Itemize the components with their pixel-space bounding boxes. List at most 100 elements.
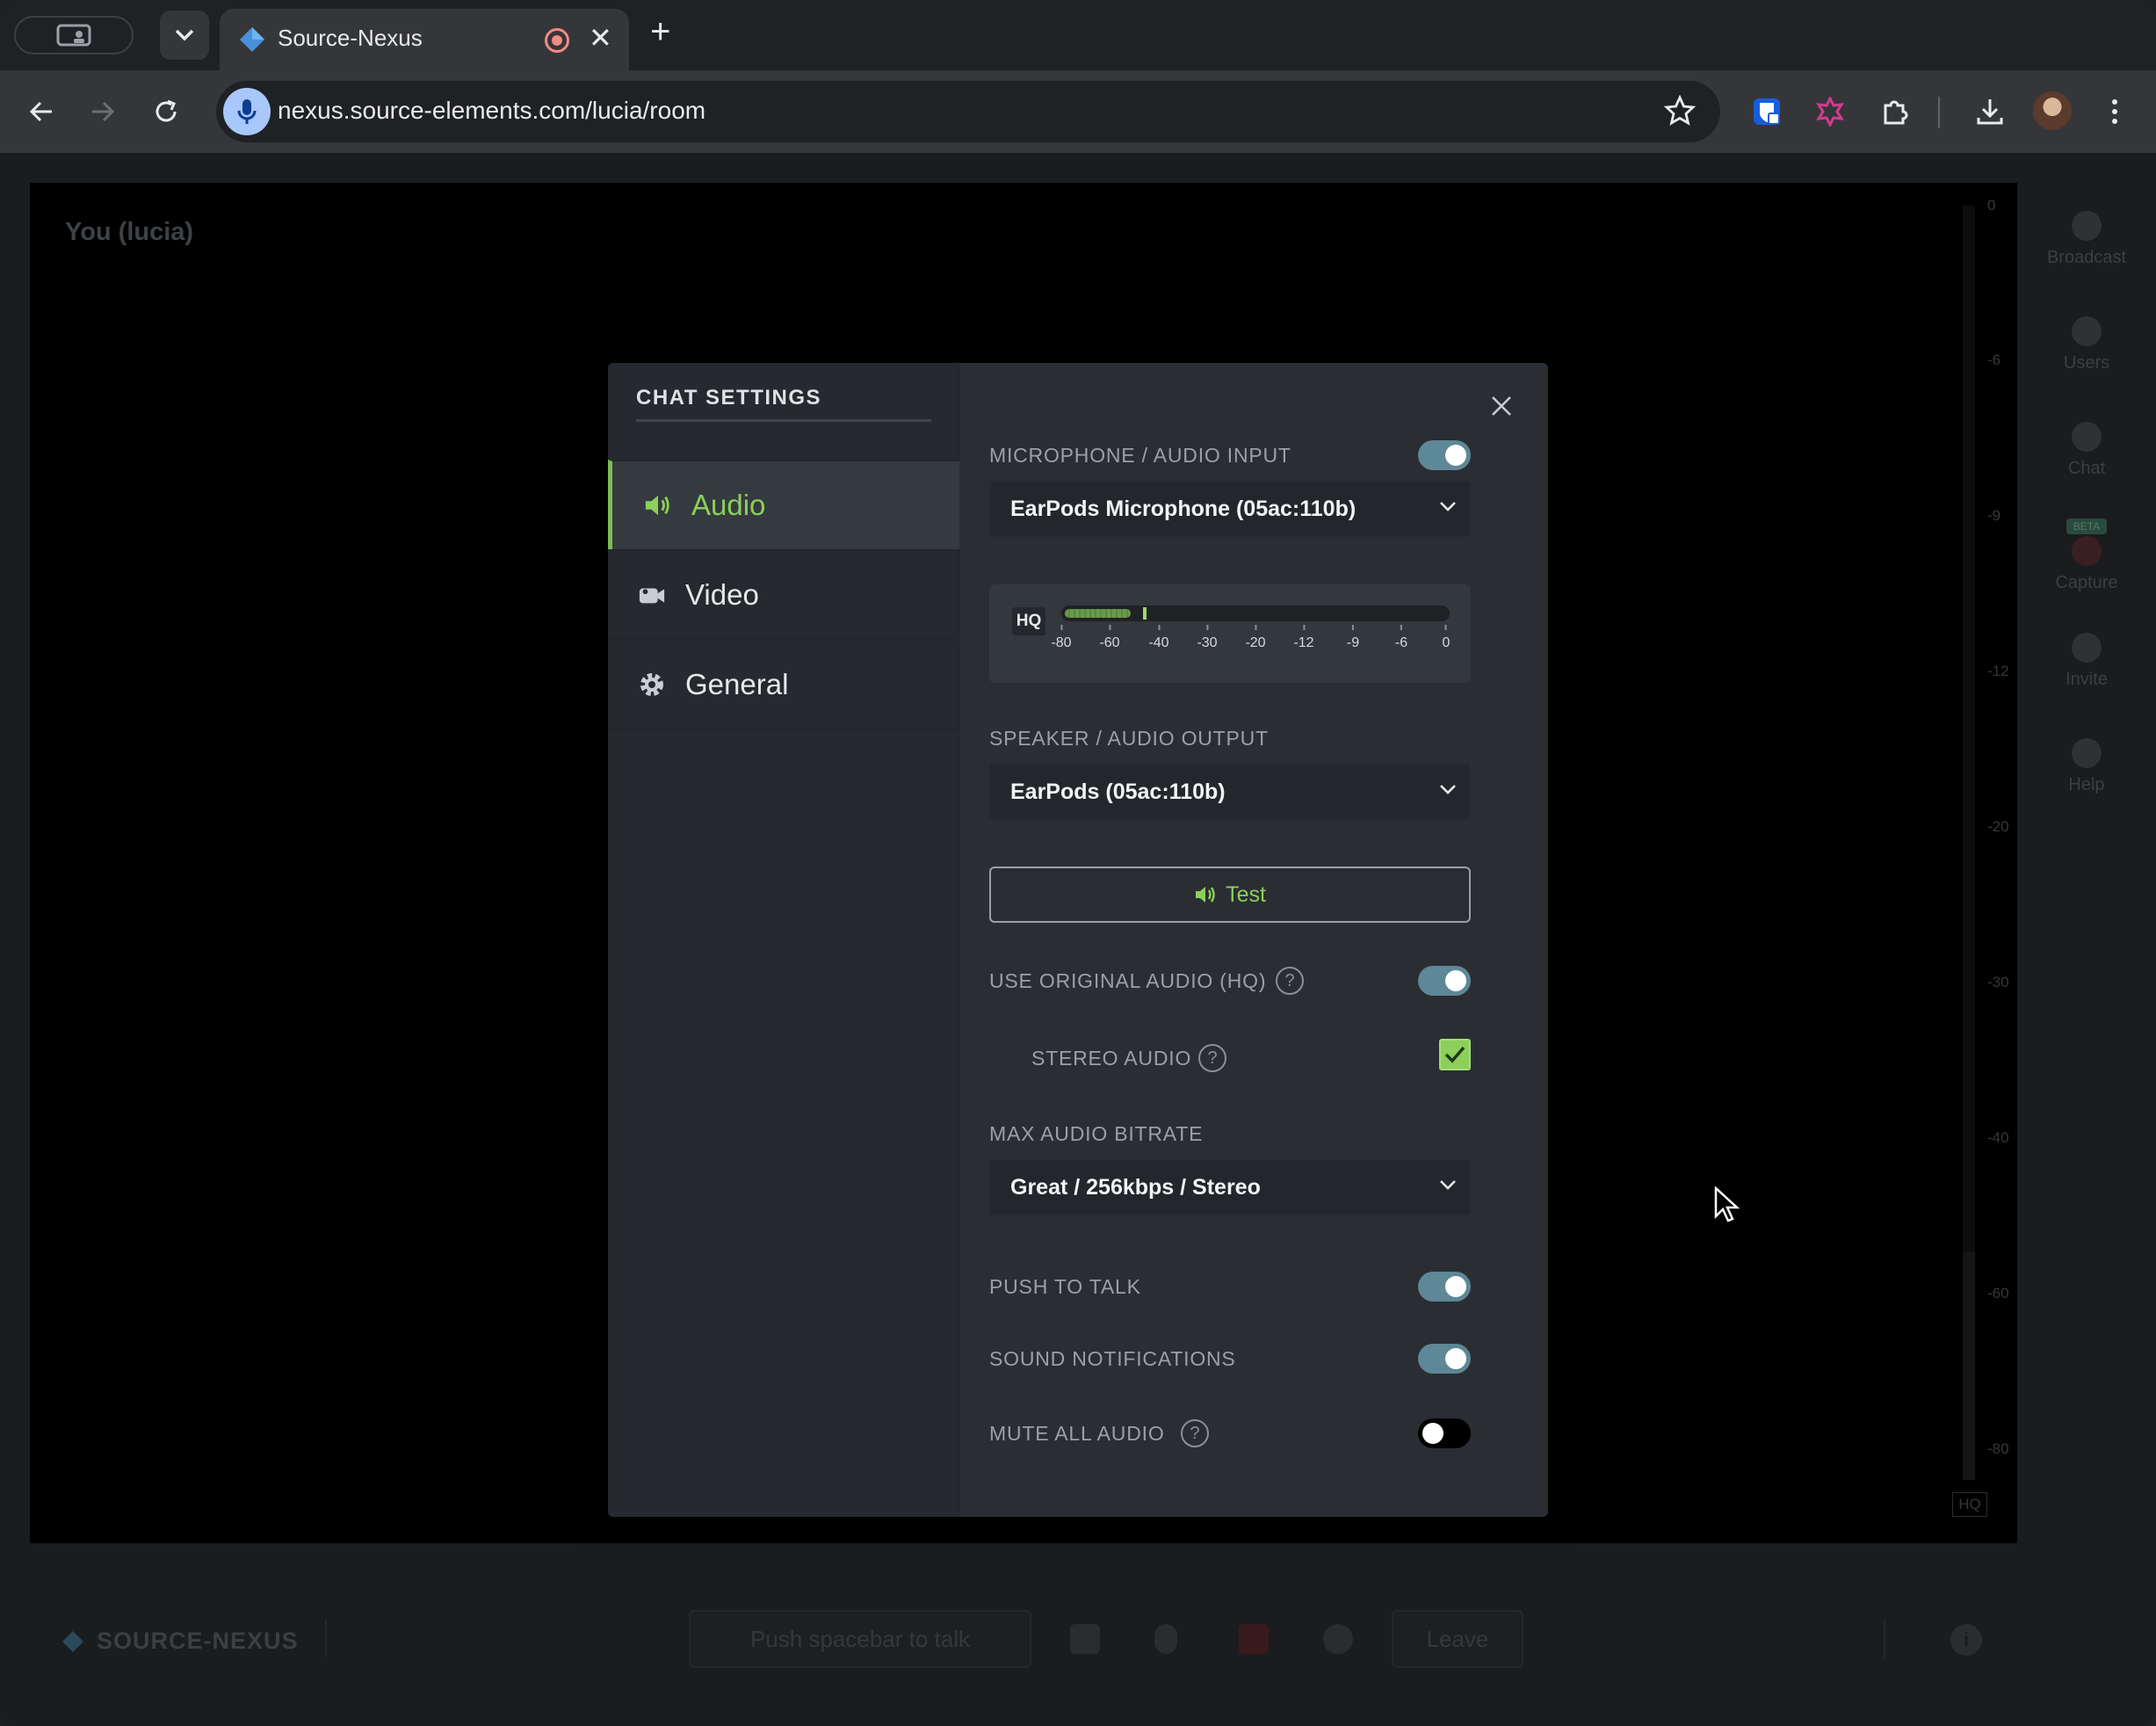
info-button[interactable]: i <box>1950 1624 1982 1656</box>
original-audio-toggle[interactable] <box>1418 966 1471 996</box>
shield-extension-icon <box>1754 98 1780 125</box>
help-question-icon[interactable]: ? <box>1276 967 1304 995</box>
tab-general[interactable]: General <box>608 639 959 729</box>
tab-search-icon <box>56 24 91 47</box>
microphone-select[interactable]: EarPods Microphone (05ac:110b) <box>989 481 1471 537</box>
original-audio-label: USE ORIGINAL AUDIO (HQ) <box>989 969 1267 992</box>
meter-tick: -9 <box>1987 507 2001 524</box>
mute-all-toggle[interactable] <box>1418 1418 1471 1448</box>
bitrate-select[interactable]: Great / 256kbps / Stereo <box>989 1159 1471 1215</box>
sidebar-item-capture[interactable]: Capture <box>2017 536 2156 593</box>
meter-tick: -12 <box>1987 663 2009 679</box>
scale-tick: -60 <box>1099 625 1119 651</box>
brand-name: SOURCE-NEXUS <box>97 1628 299 1654</box>
help-question-icon[interactable]: ? <box>1181 1419 1209 1447</box>
scale-tick: -80 <box>1051 625 1071 651</box>
stereo-audio-label: STEREO AUDIO <box>1031 1047 1192 1070</box>
help-question-icon[interactable]: ? <box>1198 1044 1226 1072</box>
bar-separator <box>1884 1619 1885 1657</box>
tab-title: Source-Nexus <box>278 25 423 51</box>
chevron-down-icon <box>1440 1180 1456 1190</box>
camera-off-icon[interactable] <box>1239 1624 1269 1654</box>
meter-tick: 0 <box>1987 197 1996 214</box>
microphone-in-use-icon[interactable] <box>223 88 271 135</box>
extensions-button[interactable] <box>1877 93 1914 130</box>
tab-label: Video <box>685 578 759 611</box>
tab-audio[interactable]: Audio <box>608 460 959 549</box>
sound-notifications-label: SOUND NOTIFICATIONS <box>989 1347 1236 1370</box>
gear-icon <box>638 671 666 699</box>
tab-close-button[interactable]: ✕ <box>589 21 612 54</box>
forward-button[interactable] <box>81 90 125 134</box>
address-bar[interactable]: nexus.source-elements.com/lucia/room <box>216 81 1720 142</box>
url-text: nexus.source-elements.com/lucia/room <box>278 97 706 124</box>
beta-badge: BETA <box>2066 519 2107 534</box>
chat-icon <box>2072 422 2102 452</box>
chevron-down-icon <box>1440 785 1456 794</box>
toolbar-separator <box>1938 97 1940 128</box>
meter-hq-badge: HQ <box>1952 1492 1987 1517</box>
hexagon-star-icon <box>1816 97 1844 127</box>
input-level-fill <box>1065 609 1131 618</box>
microphone-select-value: EarPods Microphone (05ac:110b) <box>1010 497 1357 521</box>
tab-video[interactable]: Video <box>608 549 959 639</box>
sidebar-item-label: Capture <box>2055 573 2118 592</box>
speaker-icon <box>1196 887 1215 903</box>
sound-notifications-toggle[interactable] <box>1418 1344 1471 1374</box>
output-level-meter <box>1963 206 1975 1480</box>
download-icon <box>1977 99 2003 125</box>
title-underline <box>636 419 931 422</box>
browser-window: Source-Nexus ✕ + nexus.source-elements.c… <box>0 0 2156 1726</box>
speaker-select[interactable]: EarPods (05ac:110b) <box>989 764 1471 820</box>
star-extension-button[interactable] <box>1812 93 1849 130</box>
active-tab[interactable]: Source-Nexus ✕ <box>220 9 629 70</box>
bitrate-section-label: MAX AUDIO BITRATE <box>989 1122 1204 1145</box>
bitwarden-extension-button[interactable] <box>1748 93 1785 130</box>
camera-icon <box>638 581 666 609</box>
close-button[interactable] <box>1487 391 1516 421</box>
chevron-down-icon <box>1440 502 1456 511</box>
sidebar-item-help[interactable]: Help <box>2017 738 2156 795</box>
back-button[interactable] <box>19 90 63 134</box>
sidebar-item-users[interactable]: Users <box>2017 316 2156 373</box>
push-to-talk-toggle[interactable] <box>1418 1272 1471 1302</box>
sidebar-item-broadcast[interactable]: Broadcast <box>2017 211 2156 268</box>
hq-badge: HQ <box>1012 607 1045 635</box>
sidebar-item-label: Users <box>2063 353 2110 373</box>
puzzle-icon <box>1884 100 1908 125</box>
brand-separator <box>325 1619 327 1657</box>
browser-menu-button[interactable] <box>2096 93 2133 130</box>
tab-list-button[interactable] <box>160 11 209 60</box>
reload-button[interactable] <box>144 90 188 134</box>
brand-logo: SOURCE-NEXUS <box>61 1628 299 1655</box>
stereo-audio-checkbox[interactable] <box>1439 1039 1471 1070</box>
output-level-fill <box>1963 1251 1975 1480</box>
speaker-section-label: SPEAKER / AUDIO OUTPUT <box>989 727 1269 750</box>
test-audio-button[interactable]: Test <box>989 867 1471 923</box>
microphone-section-label: MICROPHONE / AUDIO INPUT <box>989 444 1291 467</box>
push-to-talk-label: PUSH TO TALK <box>989 1275 1141 1298</box>
bookmark-star-icon[interactable] <box>1664 95 1696 127</box>
sidebar-item-label: Invite <box>2066 670 2108 689</box>
arrow-left-icon <box>29 101 52 122</box>
sidebar-item-invite[interactable]: Invite <box>2017 633 2156 690</box>
modal-title: CHAT SETTINGS <box>636 386 822 410</box>
microphone-toggle[interactable] <box>1418 440 1471 470</box>
microphone-icon[interactable] <box>1154 1624 1177 1654</box>
leave-button[interactable]: Leave <box>1392 1610 1523 1668</box>
test-button-label: Test <box>1226 881 1266 907</box>
right-sidebar: Broadcast Users Chat BETA Capture Invite <box>2017 153 2156 1543</box>
meter-tick: -80 <box>1987 1440 2009 1457</box>
kebab-menu-icon <box>2112 99 2117 124</box>
profile-avatar[interactable] <box>2033 91 2072 130</box>
push-to-talk-button[interactable]: Push spacebar to talk <box>689 1610 1031 1668</box>
new-tab-button[interactable]: + <box>650 14 670 49</box>
browser-toolbar: nexus.source-elements.com/lucia/room <box>0 70 2156 153</box>
tab-search-button[interactable] <box>14 16 134 54</box>
sidebar-item-label: Broadcast <box>2046 248 2127 267</box>
input-level-track <box>1061 606 1450 621</box>
sidebar-item-chat[interactable]: Chat <box>2017 422 2156 479</box>
downloads-button[interactable] <box>1972 93 2008 130</box>
screen-share-icon[interactable] <box>1070 1624 1100 1654</box>
settings-gear-icon[interactable] <box>1323 1624 1353 1654</box>
